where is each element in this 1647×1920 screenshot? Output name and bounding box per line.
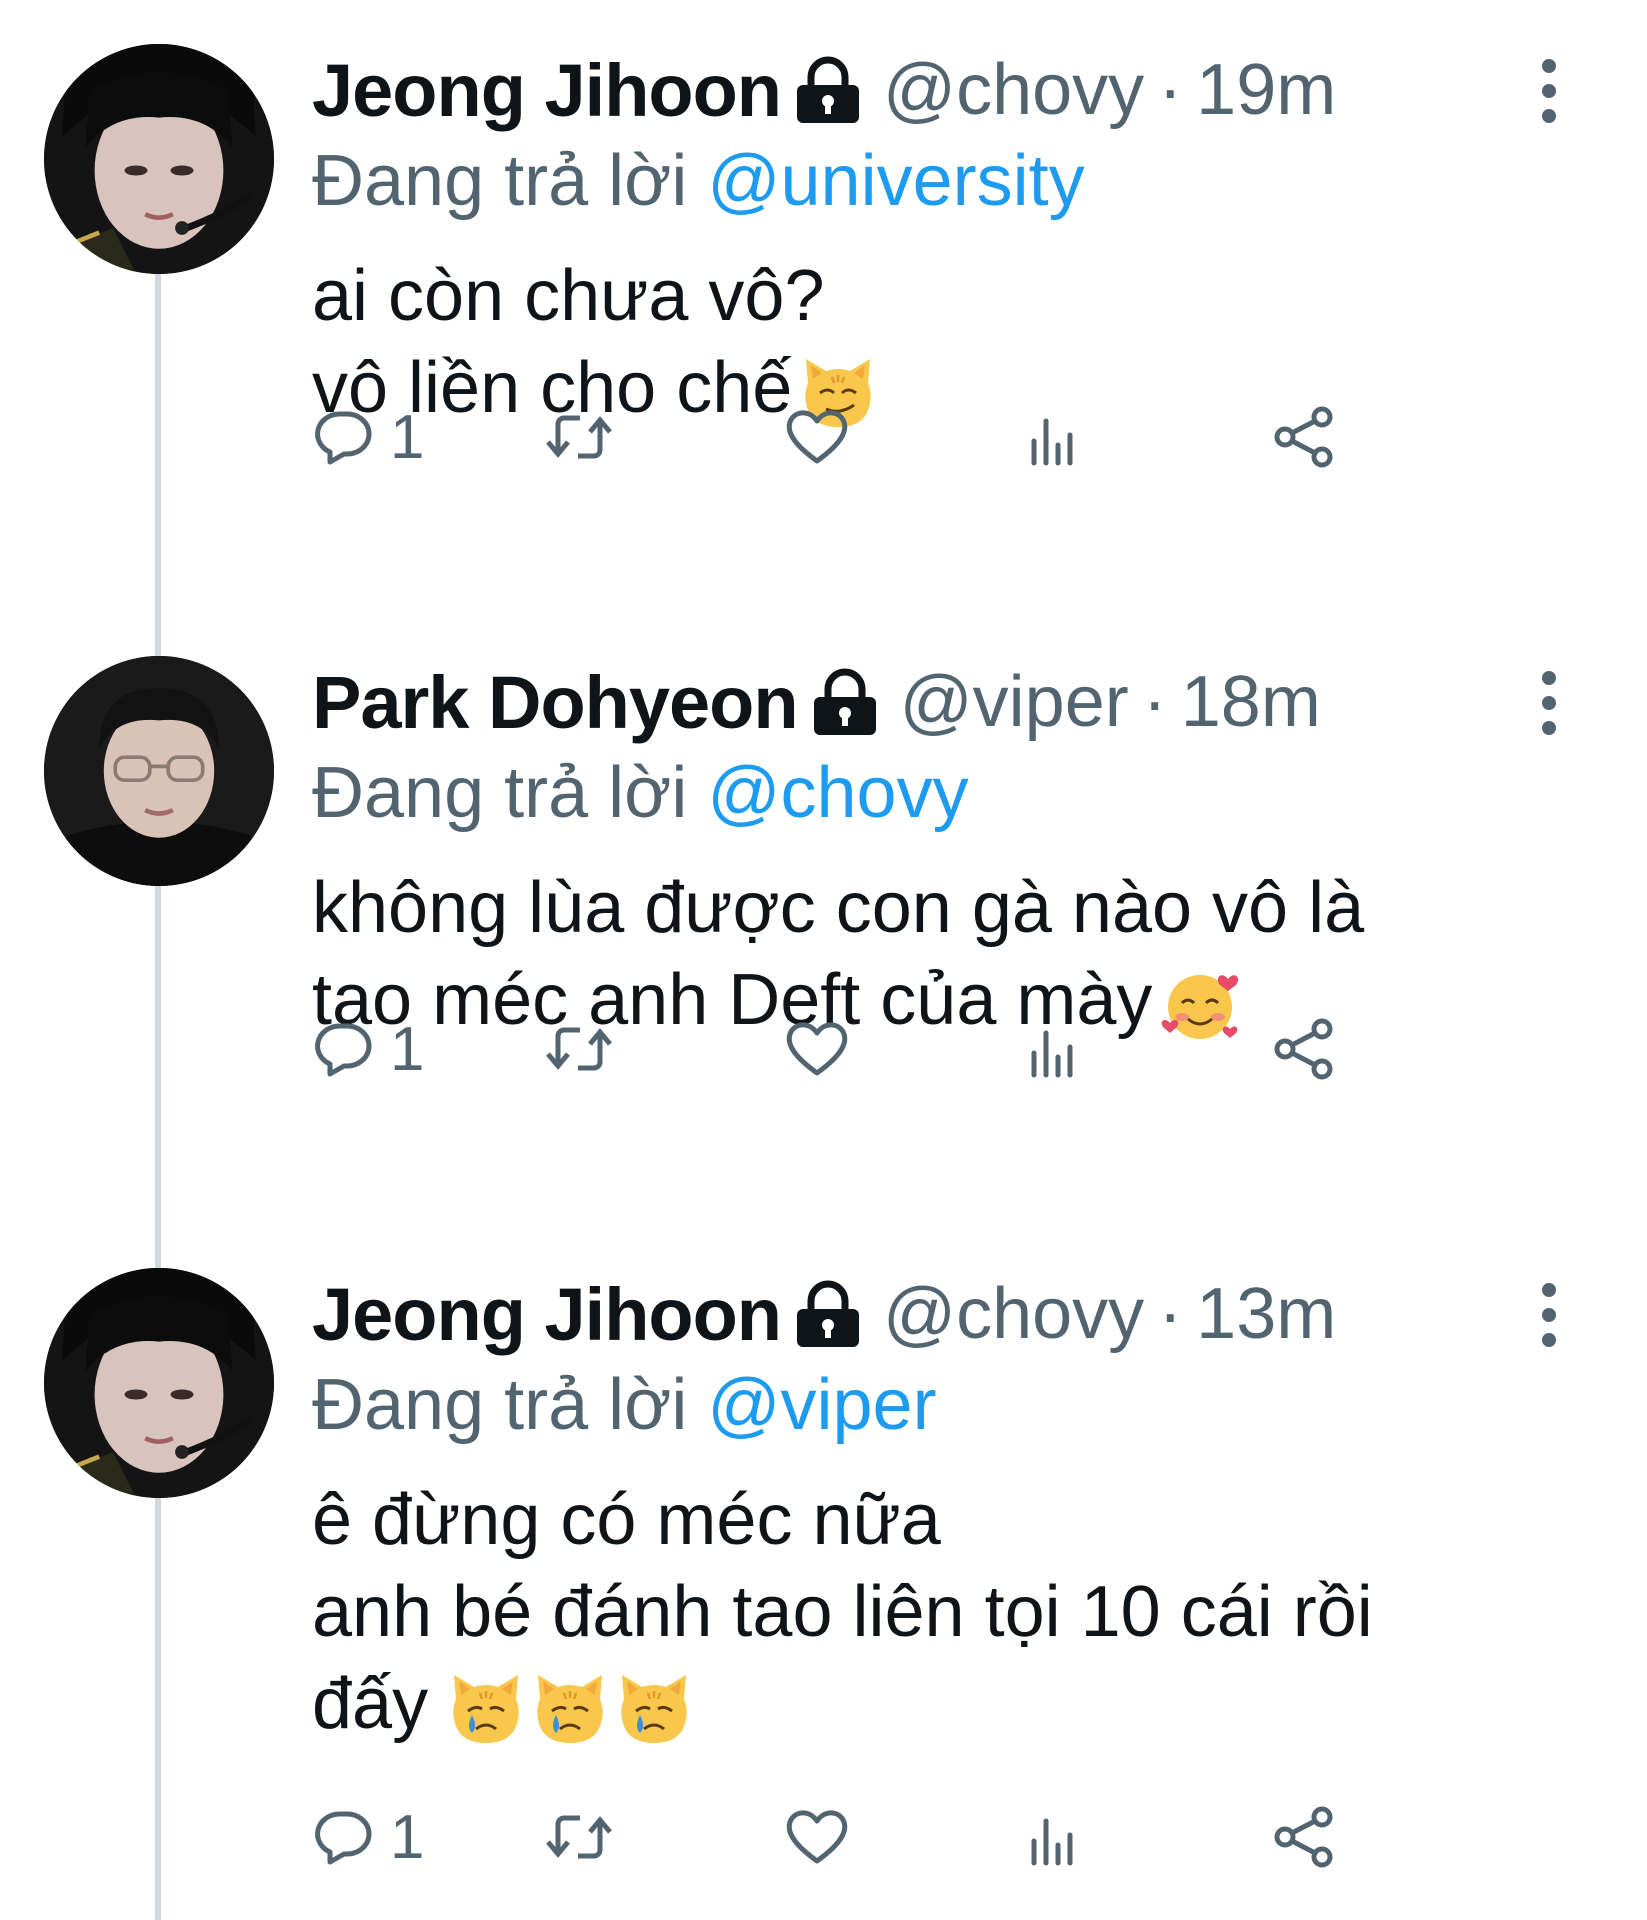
replying-to-label: Đang trả lời [312, 1365, 688, 1445]
retweet-button[interactable] [544, 1004, 614, 1094]
reply-count: 1 [390, 1014, 425, 1084]
share-icon [1274, 406, 1333, 468]
reply-button[interactable]: 1 [312, 1004, 424, 1094]
views-button[interactable] [1024, 1792, 1084, 1882]
crying-cat-emoji [530, 1669, 610, 1749]
avatar[interactable] [44, 44, 274, 274]
views-icon [1031, 1818, 1073, 1866]
tweet-actions: 1 [312, 1792, 1562, 1882]
crying-cat-emoji [446, 1669, 526, 1749]
thread-line [155, 886, 161, 1224]
thread-line [155, 1224, 161, 1268]
tweet-text: ê đừng có méc nữa anh bé đánh tao liên t… [312, 1474, 1373, 1750]
tweet-text-line: đấy [312, 1658, 1373, 1750]
reply-target-link[interactable]: @chovy [707, 753, 968, 833]
tweet-text-line: anh bé đánh tao liên tọi 10 cái rồi [312, 1572, 1373, 1652]
reply-button[interactable]: 1 [312, 392, 424, 482]
lock-icon [812, 667, 878, 737]
views-button[interactable] [1024, 392, 1084, 482]
retweet-icon [546, 415, 612, 459]
lock-icon [795, 1279, 861, 1349]
separator-dot: · [1142, 662, 1167, 742]
reply-target-link[interactable]: @viper [707, 1365, 936, 1445]
like-button[interactable] [784, 1004, 850, 1094]
tweet-actions: 1 [312, 392, 1562, 482]
like-icon [786, 410, 848, 464]
handle[interactable]: @viper [900, 661, 1129, 743]
avatar[interactable] [44, 1268, 274, 1498]
crying-cat-emoji [614, 1669, 694, 1749]
reply-target-link[interactable]: @university [707, 141, 1084, 221]
like-button[interactable] [784, 392, 850, 482]
tweet-text-line: ai còn chưa vô? [312, 256, 825, 336]
replying-to-label: Đang trả lời [312, 753, 688, 833]
reply-icon [315, 1811, 372, 1865]
display-name[interactable]: Park Dohyeon [312, 660, 799, 745]
tweet-actions: 1 [312, 1004, 1562, 1094]
reply-icon [315, 411, 372, 465]
reply-count: 1 [390, 402, 425, 472]
share-button[interactable] [1272, 1792, 1338, 1882]
more-icon[interactable] [1529, 1280, 1569, 1350]
thread: Jeong Jihoon @chovy · 19m Đang trả lời @… [0, 0, 1647, 1920]
display-name[interactable]: Jeong Jihoon [312, 48, 782, 133]
views-icon [1031, 1030, 1073, 1078]
tweet-text-line: ê đừng có méc nữa [312, 1480, 941, 1560]
views-icon [1031, 418, 1073, 466]
reply-button[interactable]: 1 [312, 1792, 424, 1882]
handle[interactable]: @chovy [883, 49, 1144, 131]
tweet-header: Jeong Jihoon @chovy · 13m [312, 1266, 1336, 1362]
retweet-button[interactable] [544, 392, 614, 482]
retweet-icon [546, 1815, 612, 1859]
views-button[interactable] [1024, 1004, 1084, 1094]
tweet-text-line: không lùa được con gà nào vô là [312, 868, 1365, 948]
timestamp[interactable]: 13m [1196, 1273, 1336, 1355]
like-button[interactable] [784, 1792, 850, 1882]
replying-to: Đang trả lời @chovy [312, 752, 969, 834]
avatar-chovy [44, 1268, 274, 1498]
replying-to: Đang trả lời @university [312, 140, 1085, 222]
like-icon [786, 1022, 848, 1076]
separator-dot: · [1158, 1274, 1183, 1354]
avatar-viper [44, 656, 274, 886]
replying-to-label: Đang trả lời [312, 141, 688, 221]
reply-count: 1 [390, 1802, 425, 1872]
tweet-text-segment: đấy [312, 1664, 429, 1744]
handle[interactable]: @chovy [883, 1273, 1144, 1355]
reply-icon [315, 1023, 372, 1077]
lock-icon [795, 55, 861, 125]
share-button[interactable] [1272, 392, 1338, 482]
share-button[interactable] [1272, 1004, 1338, 1094]
tweet[interactable]: Jeong Jihoon @chovy · 13m Đang trả lời @… [0, 1224, 1647, 1920]
share-icon [1274, 1806, 1333, 1868]
thread-line [155, 612, 161, 656]
avatar[interactable] [44, 656, 274, 886]
timestamp[interactable]: 18m [1181, 661, 1321, 743]
retweet-button[interactable] [544, 1792, 614, 1882]
like-icon [786, 1810, 848, 1864]
more-icon[interactable] [1529, 668, 1569, 738]
tweet-header: Park Dohyeon @viper · 18m [312, 654, 1321, 750]
timestamp[interactable]: 19m [1196, 49, 1336, 131]
thread-line [155, 274, 161, 612]
share-icon [1274, 1018, 1333, 1080]
retweet-icon [546, 1027, 612, 1071]
thread-line [155, 1498, 161, 1920]
more-icon[interactable] [1529, 56, 1569, 126]
tweet[interactable]: Jeong Jihoon @chovy · 19m Đang trả lời @… [0, 0, 1647, 612]
avatar-chovy [44, 44, 274, 274]
replying-to: Đang trả lời @viper [312, 1364, 937, 1446]
display-name[interactable]: Jeong Jihoon [312, 1272, 782, 1357]
tweet[interactable]: Park Dohyeon @viper · 18m Đang trả lời @… [0, 612, 1647, 1224]
tweet-header: Jeong Jihoon @chovy · 19m [312, 42, 1336, 138]
separator-dot: · [1158, 50, 1183, 130]
